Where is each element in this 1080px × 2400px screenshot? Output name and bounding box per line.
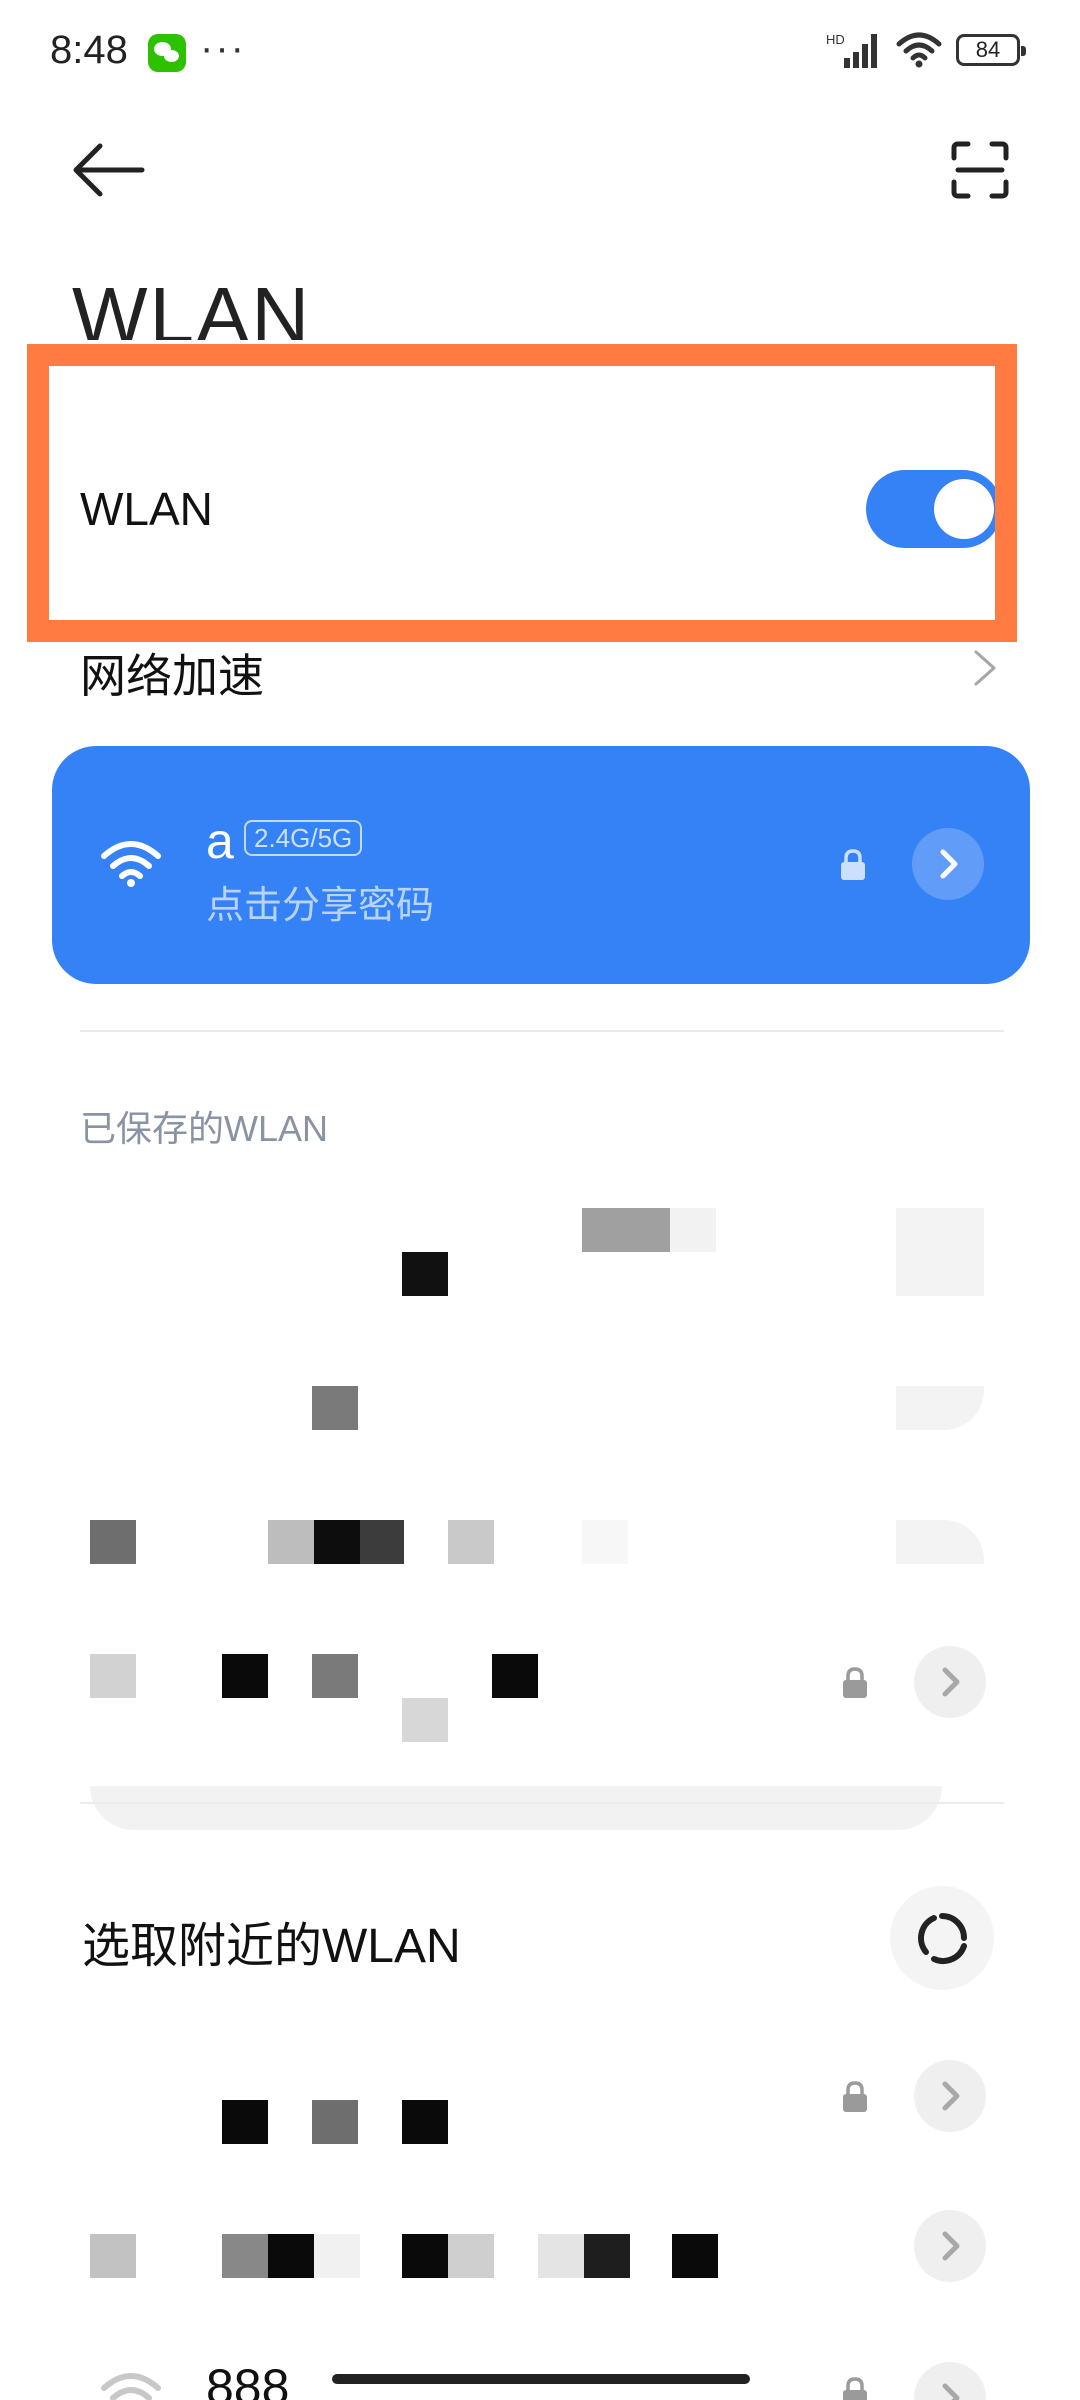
- lock-icon: [843, 1667, 867, 1698]
- chevron-right-icon: [942, 2081, 960, 2111]
- saved-section-label: 已保存的WLAN: [80, 1108, 329, 1149]
- lock-icon: [841, 849, 865, 880]
- redacted-block: [222, 1654, 268, 1698]
- nearby-network-details-button[interactable]: [914, 2210, 986, 2282]
- current-network-card[interactable]: [52, 746, 1030, 984]
- redacted-block: [90, 1520, 136, 1564]
- back-arrow-icon[interactable]: [70, 140, 150, 200]
- redacted-block: [314, 2234, 360, 2278]
- chevron-right-icon: [940, 849, 958, 879]
- redacted-block: [360, 1520, 404, 1564]
- nearby-network-details-button[interactable]: [914, 2362, 986, 2400]
- network-details-button[interactable]: [912, 828, 984, 900]
- redacted-block: [538, 2234, 584, 2278]
- redacted-block: [492, 1654, 538, 1698]
- redacted-block: [896, 1208, 984, 1296]
- redacted-block: [402, 1698, 448, 1742]
- status-icons: HD 84: [826, 32, 1026, 68]
- redacted-block: [312, 1654, 358, 1698]
- lock-icon: [843, 2081, 867, 2112]
- redacted-block: [402, 2234, 448, 2278]
- redacted-block: [896, 1520, 984, 1564]
- wifi-icon: [896, 32, 942, 68]
- nearby-section-title: 选取附近的WLAN: [82, 1920, 461, 1973]
- redacted-block: [402, 1252, 448, 1296]
- wifi-icon: [101, 841, 161, 887]
- redacted-block: [268, 2234, 314, 2278]
- band-badge: 2.4G/5G: [244, 820, 363, 856]
- redacted-block: [312, 2100, 358, 2144]
- saved-network-details-button[interactable]: [914, 1646, 986, 1718]
- redacted-block: [90, 2234, 136, 2278]
- redacted-block: [582, 1520, 628, 1564]
- chevron-right-icon: [942, 2383, 960, 2400]
- redacted-block: [90, 1786, 942, 1830]
- more-notifications-icon: ···: [200, 26, 246, 70]
- home-indicator[interactable]: [332, 2374, 750, 2384]
- highlight-box: [27, 344, 1017, 642]
- redacted-block: [448, 2234, 494, 2278]
- redacted-block: [584, 2234, 630, 2278]
- divider: [80, 1802, 1004, 1804]
- network-accel-label[interactable]: 网络加速: [80, 640, 264, 706]
- battery-icon: 84: [956, 34, 1026, 66]
- refresh-icon: [918, 1913, 967, 1964]
- redacted-block: [896, 1386, 984, 1430]
- redacted-block: [672, 2234, 718, 2278]
- redacted-block: [222, 2100, 268, 2144]
- chevron-right-icon: [942, 2231, 960, 2261]
- wechat-icon: [148, 34, 186, 72]
- redacted-block: [402, 2100, 448, 2144]
- redacted-block: [670, 1208, 716, 1252]
- redacted-block: [314, 1520, 360, 1564]
- signal-icon: HD: [826, 32, 877, 68]
- redacted-block: [582, 1208, 670, 1252]
- divider: [80, 1030, 1004, 1032]
- redacted-block: [268, 1520, 314, 1564]
- nearby-ssid[interactable]: 888: [206, 2358, 289, 2400]
- chevron-right-icon: [942, 1667, 960, 1697]
- current-ssid: a: [206, 813, 234, 869]
- scan-icon[interactable]: [950, 140, 1010, 200]
- status-time: 8:48: [50, 28, 128, 72]
- wifi-icon: [101, 2373, 161, 2400]
- hd-label: HD: [826, 32, 845, 47]
- refresh-button[interactable]: [890, 1886, 994, 1990]
- redacted-block: [312, 1386, 358, 1430]
- redacted-block: [222, 2234, 268, 2278]
- redacted-block: [90, 1654, 136, 1698]
- chevron-right-icon[interactable]: [970, 648, 1000, 688]
- nearby-network-details-button[interactable]: [914, 2060, 986, 2132]
- share-password-hint[interactable]: 点击分享密码: [206, 874, 434, 929]
- redacted-block: [448, 1520, 494, 1564]
- lock-icon: [843, 2377, 867, 2400]
